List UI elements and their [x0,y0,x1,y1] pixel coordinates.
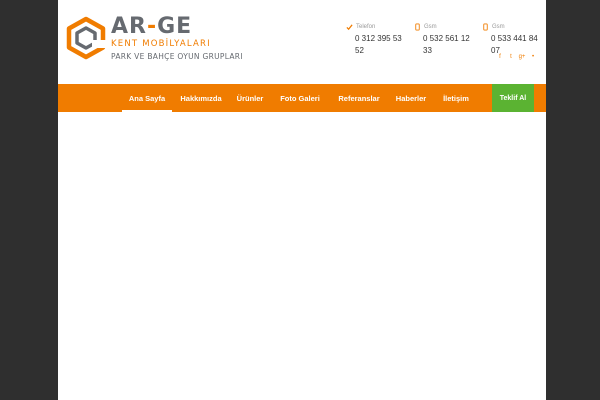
google-plus-icon[interactable]: g+ [518,53,526,61]
contact-phone: Telefon 0 312 395 53 52 [346,22,408,57]
nav-item-news[interactable]: Haberler [390,84,432,112]
nav-item-photo-gallery[interactable]: Foto Galeri [276,84,324,112]
mobile-icon [415,23,420,30]
contact-label: Gsm [482,22,544,31]
logo-subtitle: KENT MOBİLYALARI [111,39,211,49]
contact-gsm-1: Gsm 0 532 561 12 33 [414,22,476,57]
nav-item-about[interactable]: Hakkımızda [176,84,226,112]
social-links: f t g+ • [496,53,537,61]
site-logo[interactable]: AR-GE KENT MOBİLYALARI PARK VE BAHÇE OYU… [64,16,243,62]
nav-item-contact[interactable]: İletişim [436,84,476,112]
contact-label: Telefon [346,22,408,31]
map-pin-icon[interactable]: • [529,53,537,61]
page-container: AR-GE KENT MOBİLYALARI PARK VE BAHÇE OYU… [58,0,546,400]
logo-mark-icon [66,16,106,60]
logo-tagline: PARK VE BAHÇE OYUN GRUPLARI [111,52,243,61]
phone-check-icon [346,23,353,30]
contact-label: Gsm [414,22,476,31]
nav-item-products[interactable]: Ürünler [230,84,270,112]
twitter-icon[interactable]: t [507,53,515,61]
nav-item-references[interactable]: Referanslar [330,84,388,112]
main-content [58,112,546,400]
logo-title: AR-GE [111,14,193,39]
main-nav: Ana Sayfa Hakkımızda Ürünler Foto Galeri… [58,84,546,112]
contact-number[interactable]: 0 312 395 53 52 [355,33,408,57]
contact-number[interactable]: 0 532 561 12 33 [423,33,476,57]
contact-gsm-2: Gsm 0 533 441 84 07 [482,22,544,57]
nav-item-home[interactable]: Ana Sayfa [122,84,172,112]
mobile-icon [483,23,488,30]
get-quote-button[interactable]: Teklif Al [492,84,534,112]
site-header: AR-GE KENT MOBİLYALARI PARK VE BAHÇE OYU… [58,0,546,84]
logo-text-block: AR-GE KENT MOBİLYALARI PARK VE BAHÇE OYU… [111,16,243,62]
facebook-icon[interactable]: f [496,53,504,61]
